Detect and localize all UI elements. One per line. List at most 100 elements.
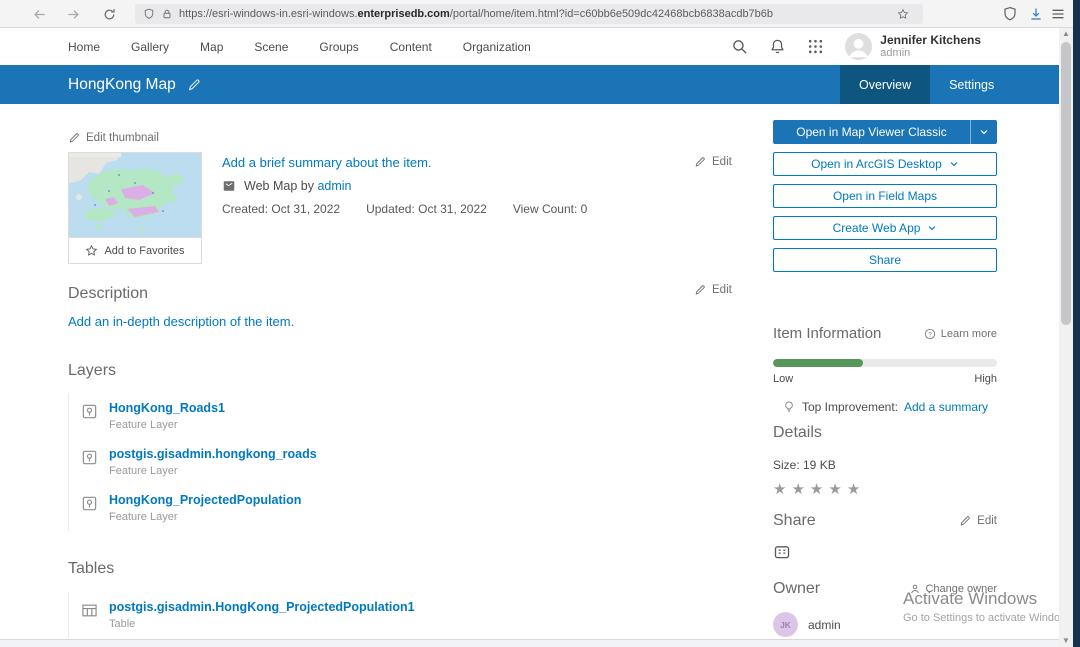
layers-heading: Layers <box>68 362 116 380</box>
chevron-down-icon <box>979 127 989 137</box>
app-launcher-icon[interactable] <box>807 38 824 55</box>
owner-heading: Owner <box>773 580 820 598</box>
feature-layer-icon <box>81 449 98 466</box>
table-type: Table <box>109 618 415 630</box>
item-title: HongKong Map <box>68 76 176 94</box>
user-role: admin <box>880 47 981 59</box>
layer-row[interactable]: postgis.gisadmin.hongkong_roads Feature … <box>69 439 698 485</box>
downloads-icon[interactable] <box>1028 6 1044 22</box>
details-section: Details Size: 19 KB ★★★★★ <box>773 424 997 498</box>
nav-item-gallery[interactable]: Gallery <box>131 40 169 54</box>
nav-item-groups[interactable]: Groups <box>319 40 358 54</box>
open-in-map-viewer-classic-button[interactable]: Open in Map Viewer Classic <box>773 120 997 144</box>
chevron-down-icon <box>949 159 959 169</box>
user-menu[interactable]: Jennifer Kitchens admin <box>845 33 981 60</box>
edit-share-button[interactable]: Edit <box>959 515 997 527</box>
add-to-favorites-button[interactable]: Add to Favorites <box>69 237 201 263</box>
lock-icon[interactable] <box>161 8 173 20</box>
tracking-protection-icon[interactable] <box>1002 6 1018 22</box>
item-information-gauge <box>773 359 997 367</box>
person-icon <box>909 583 921 595</box>
tab-settings[interactable]: Settings <box>930 65 1013 104</box>
item-type-row: Web Map by admin <box>222 179 351 193</box>
item-thumbnail-card: Add to Favorites <box>68 152 202 264</box>
portal-nav: Home Gallery Map Scene Groups Content Or… <box>0 28 1059 65</box>
item-updated: Updated: Oct 31, 2022 <box>366 202 487 216</box>
user-avatar <box>845 33 872 60</box>
open-in-field-maps-button[interactable]: Open in Field Maps <box>773 184 997 208</box>
window-edge <box>1073 0 1080 647</box>
notifications-bell-icon[interactable] <box>769 38 786 55</box>
tab-overview[interactable]: Overview <box>840 65 930 104</box>
open-in-arcgis-desktop-button[interactable]: Open in ArcGIS Desktop <box>773 152 997 176</box>
bookmark-star-icon[interactable] <box>897 8 909 20</box>
scrollbar-thumb[interactable] <box>1061 42 1071 325</box>
rating-star[interactable]: ★ <box>847 481 865 498</box>
pencil-icon <box>959 515 971 527</box>
layer-type: Feature Layer <box>109 511 301 523</box>
item-view-count: View Count: 0 <box>513 202 588 216</box>
share-section: Share Edit <box>773 512 997 566</box>
description-heading: Description <box>68 285 148 303</box>
item-meta-row: Created: Oct 31, 2022 Updated: Oct 31, 2… <box>222 202 587 216</box>
browser-menu-icon[interactable] <box>1050 6 1066 22</box>
portal-nav-links: Home Gallery Map Scene Groups Content Or… <box>68 28 531 65</box>
table-title[interactable]: postgis.gisadmin.HongKong_ProjectedPopul… <box>109 600 415 615</box>
lightbulb-icon <box>782 400 796 414</box>
browser-reload-icon[interactable] <box>100 5 118 23</box>
horizontal-scrollbar[interactable] <box>0 639 1059 647</box>
scroll-down-arrow-icon[interactable]: ▼ <box>1059 635 1073 647</box>
layer-row[interactable]: HongKong_Roads1 Feature Layer <box>69 393 698 439</box>
search-icon[interactable] <box>731 38 748 55</box>
add-description-link[interactable]: Add an in-depth description of the item. <box>68 314 294 329</box>
portal-nav-right: Jennifer Kitchens admin <box>731 28 981 65</box>
rating-star[interactable]: ★ <box>791 481 809 498</box>
item-type-text: Web Map by <box>244 179 314 193</box>
nav-item-scene[interactable]: Scene <box>254 40 288 54</box>
share-button[interactable]: Share <box>773 248 997 272</box>
layer-title[interactable]: HongKong_ProjectedPopulation <box>109 493 301 508</box>
browser-back-icon[interactable] <box>30 5 48 23</box>
organization-share-icon[interactable] <box>773 543 791 561</box>
item-information-heading: Item Information <box>773 325 881 342</box>
learn-more-link[interactable]: Learn more <box>924 328 997 340</box>
layer-row[interactable]: HongKong_ProjectedPopulation Feature Lay… <box>69 485 698 531</box>
edit-summary-button[interactable]: Edit <box>694 156 732 168</box>
favorite-star-icon <box>85 244 98 257</box>
owner-section: Owner Change owner JK admin <box>773 580 997 637</box>
change-owner-link[interactable]: Change owner <box>909 583 997 595</box>
add-a-summary-link[interactable]: Add a summary <box>904 400 988 414</box>
shield-icon[interactable] <box>143 8 155 20</box>
pencil-icon <box>694 156 706 168</box>
rating-star[interactable]: ★ <box>810 481 828 498</box>
create-web-app-button[interactable]: Create Web App <box>773 216 997 240</box>
vertical-scrollbar[interactable]: ▲ ▼ <box>1059 28 1073 647</box>
edit-title-pencil-icon[interactable] <box>187 78 201 92</box>
rating-star[interactable]: ★ <box>828 481 846 498</box>
arcgis-portal-item-page: https://esri-windows-in.esri-windows.ent… <box>0 0 1080 647</box>
item-rating-stars[interactable]: ★★★★★ <box>773 480 997 498</box>
browser-forward-icon[interactable] <box>64 5 82 23</box>
address-bar[interactable]: https://esri-windows-in.esri-windows.ent… <box>135 4 923 24</box>
item-information-section: Item Information Learn more Low High Top… <box>773 325 997 414</box>
tables-list: postgis.gisadmin.HongKong_ProjectedPopul… <box>68 592 698 638</box>
layers-list: HongKong_Roads1 Feature Layer postgis.gi… <box>68 393 698 531</box>
rating-star[interactable]: ★ <box>773 481 791 498</box>
edit-thumbnail-button[interactable]: Edit thumbnail <box>68 132 159 144</box>
tables-heading: Tables <box>68 560 114 578</box>
map-viewer-dropdown-toggle[interactable] <box>970 120 997 144</box>
item-info-progress-fill <box>773 359 863 367</box>
layer-title[interactable]: postgis.gisadmin.hongkong_roads <box>109 447 317 462</box>
add-summary-link[interactable]: Add a brief summary about the item. <box>222 155 432 170</box>
nav-item-home[interactable]: Home <box>68 40 100 54</box>
nav-item-content[interactable]: Content <box>390 40 432 54</box>
nav-item-map[interactable]: Map <box>200 40 223 54</box>
item-owner-link[interactable]: admin <box>317 179 351 193</box>
scroll-up-arrow-icon[interactable]: ▲ <box>1059 28 1073 40</box>
layer-title[interactable]: HongKong_Roads1 <box>109 401 225 416</box>
nav-item-organization[interactable]: Organization <box>463 40 531 54</box>
edit-description-button[interactable]: Edit <box>694 284 732 296</box>
map-thumbnail-image[interactable] <box>69 153 201 237</box>
table-icon <box>81 602 98 619</box>
table-row[interactable]: postgis.gisadmin.HongKong_ProjectedPopul… <box>69 592 698 638</box>
